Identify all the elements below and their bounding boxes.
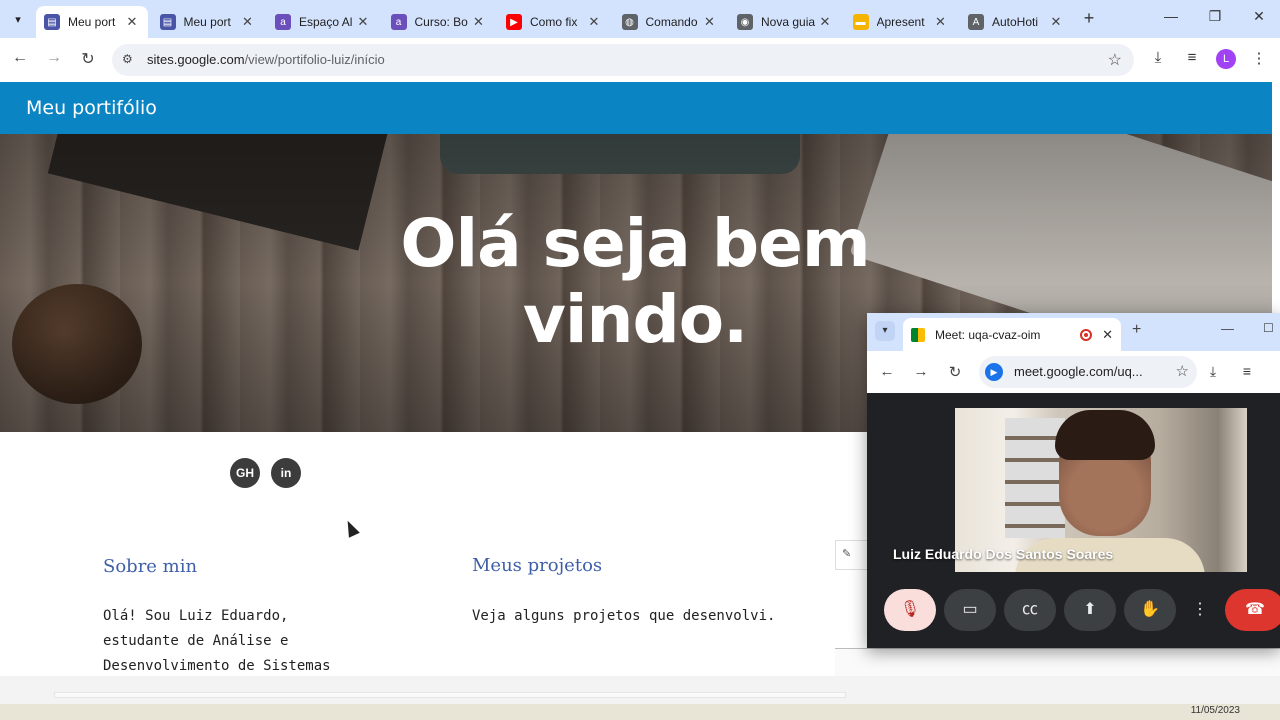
browser-tab[interactable]: ◉ Nova guia ✕ xyxy=(729,6,841,38)
meet-icon xyxy=(911,327,925,342)
meet-reload-button[interactable]: ↻ xyxy=(946,363,964,381)
tab-strip: ▾ ▤ Meu port ✕ ▤ Meu port ✕ a Espaço Al ✕ a Curso:… xyxy=(0,0,1280,38)
slides-icon: ▬ xyxy=(852,14,869,30)
meet-forward-button[interactable]: → xyxy=(912,363,930,380)
profile-avatar[interactable]: L xyxy=(1216,49,1236,69)
browser-tab[interactable]: ◍ Comando ✕ xyxy=(614,6,726,38)
meet-toolbar: ← → ↻ ▶ meet.google.com/uq... ☆ ⤓ ≡ xyxy=(867,351,1280,393)
projects-title: Meus projetos xyxy=(472,555,603,576)
meet-bookmark-star-icon[interactable]: ☆ xyxy=(1176,362,1189,380)
close-tab-icon[interactable]: ✕ xyxy=(124,14,140,30)
youtube-icon: ▶ xyxy=(506,14,522,30)
camera-icon[interactable]: ▭ xyxy=(944,589,996,631)
address-bar[interactable]: ⚙ sites.google.com/view/portifolio-luiz/… xyxy=(112,44,1134,76)
browser-tab[interactable]: ▤ Meu port ✕ xyxy=(152,6,264,38)
about-title: Sobre min xyxy=(103,556,198,577)
captions-icon[interactable]: ㏄ xyxy=(1004,589,1056,631)
browser-tab[interactable]: ▶ Como fix ✕ xyxy=(498,6,610,38)
camera-active-icon[interactable]: ▶ xyxy=(985,363,1003,381)
close-tab-icon[interactable]: ✕ xyxy=(1102,327,1113,343)
tab-title: Como fix xyxy=(530,15,578,29)
close-tab-icon[interactable]: ✕ xyxy=(586,14,602,30)
forward-button[interactable]: → xyxy=(43,49,65,67)
projects-text: Veja alguns projetos que desenvolvi. xyxy=(472,608,776,624)
close-tab-icon[interactable]: ✕ xyxy=(1048,14,1064,30)
meet-media-icon[interactable]: ≡ xyxy=(1238,363,1256,379)
minimize-button[interactable]: — xyxy=(1160,8,1182,24)
browser-tab[interactable]: ▬ Apresent ✕ xyxy=(845,6,957,38)
mic-off-icon[interactable]: 🎙 xyxy=(884,589,936,631)
more-options-icon[interactable]: ⋮ xyxy=(1185,589,1215,631)
meet-back-button[interactable]: ← xyxy=(878,363,896,380)
meet-tab-strip: ▾ Meet: uqa-cvaz-oim ✕ + — ☐ xyxy=(867,313,1280,351)
page-footer-strip xyxy=(0,676,1280,704)
meet-minimize-button[interactable]: — xyxy=(1221,321,1234,336)
site-info-icon[interactable]: ⚙ xyxy=(122,52,133,66)
browser-tab[interactable]: a Curso: Bo ✕ xyxy=(383,6,495,38)
meet-maximize-button[interactable]: ☐ xyxy=(1263,321,1274,335)
close-tab-icon[interactable]: ✕ xyxy=(702,14,718,30)
meet-tab[interactable]: Meet: uqa-cvaz-oim ✕ xyxy=(903,318,1121,351)
alura-icon: a xyxy=(390,14,407,30)
close-tab-icon[interactable]: ✕ xyxy=(471,14,487,30)
meet-new-tab-button[interactable]: + xyxy=(1132,321,1141,339)
alura-icon: a xyxy=(275,14,291,30)
os-taskbar: 11/05/2023 xyxy=(0,704,1280,720)
mouse-cursor-icon xyxy=(342,518,360,538)
url-text: sites.google.com/view/portifolio-luiz/in… xyxy=(147,52,385,67)
tab-title: Curso: Bo xyxy=(414,15,468,29)
meet-tab-search-button[interactable]: ▾ xyxy=(875,321,895,341)
tab-title: Meu port xyxy=(68,15,116,29)
github-icon[interactable]: GH xyxy=(230,458,260,488)
close-tab-icon[interactable]: ✕ xyxy=(240,14,256,30)
tab-search-button[interactable]: ▾ xyxy=(6,7,30,31)
menu-dots-icon[interactable]: ⋮ xyxy=(1248,49,1270,67)
meet-window: ▾ Meet: uqa-cvaz-oim ✕ + — ☐ ← → ↻ ▶ mee… xyxy=(867,313,1280,648)
meet-tab-title: Meet: uqa-cvaz-oim xyxy=(935,327,1041,342)
browser-tab[interactable]: ▤ Meu port ✕ xyxy=(36,6,148,38)
autohotkey-icon: A xyxy=(968,14,984,30)
chrome-icon: ◉ xyxy=(737,14,753,30)
browser-toolbar: ← → ↻ ⚙ sites.google.com/view/portifolio… xyxy=(0,38,1280,82)
meet-download-icon[interactable]: ⤓ xyxy=(1204,363,1222,380)
sites-icon: ▤ xyxy=(159,14,176,30)
present-screen-icon[interactable]: ⬆ xyxy=(1064,589,1116,631)
browser-tab[interactable]: A AutoHoti ✕ xyxy=(960,6,1072,38)
background-panel xyxy=(835,648,1280,676)
bookmark-star-icon[interactable]: ☆ xyxy=(1108,50,1122,70)
tab-title: AutoHoti xyxy=(992,15,1039,29)
sites-icon: ▤ xyxy=(44,14,60,30)
tab-title: Apresent xyxy=(876,15,925,29)
site-brand[interactable]: Meu portifólio xyxy=(26,97,157,119)
linkedin-icon[interactable]: in xyxy=(271,458,301,488)
close-tab-icon[interactable]: ✕ xyxy=(933,14,949,30)
recording-icon xyxy=(1080,328,1093,341)
close-window-button[interactable]: ✕ xyxy=(1248,8,1270,25)
close-tab-icon[interactable]: ✕ xyxy=(817,14,833,30)
download-icon[interactable]: ⤓ xyxy=(1147,49,1169,66)
participant-name: Luiz Eduardo Dos Santos Soares xyxy=(893,546,1114,562)
restore-button[interactable]: ❐ xyxy=(1204,8,1226,25)
close-tab-icon[interactable]: ✕ xyxy=(355,14,371,30)
browser-chrome: ▾ ▤ Meu port ✕ ▤ Meu port ✕ a Espaço Al ✕ a Curso:… xyxy=(0,0,1280,82)
new-tab-button[interactable]: + xyxy=(1078,8,1100,30)
taskbar-date: 11/05/2023 xyxy=(1190,705,1240,716)
tab-title: Nova guia xyxy=(761,15,816,29)
hero-headline: Olá seja bem vindo. xyxy=(400,205,870,358)
tab-title: Comando xyxy=(645,15,698,29)
meet-url-text: meet.google.com/uq... xyxy=(1014,364,1143,379)
media-control-icon[interactable]: ≡ xyxy=(1181,49,1203,66)
browser-tab[interactable]: a Espaço Al ✕ xyxy=(267,6,379,38)
side-panel-fragment: ✎ xyxy=(835,540,868,570)
back-button[interactable]: ← xyxy=(9,49,31,67)
site-header: Meu portifólio xyxy=(0,82,1272,134)
tab-title: Espaço Al xyxy=(299,15,353,29)
reload-button[interactable]: ↻ xyxy=(77,49,99,69)
raise-hand-icon[interactable]: ✋ xyxy=(1124,589,1176,631)
meet-address-bar[interactable]: ▶ meet.google.com/uq... ☆ xyxy=(979,356,1197,388)
leave-call-icon[interactable]: ☎ xyxy=(1225,589,1280,631)
tab-title: Meu port xyxy=(183,15,231,29)
globe-icon: ◍ xyxy=(621,14,638,30)
